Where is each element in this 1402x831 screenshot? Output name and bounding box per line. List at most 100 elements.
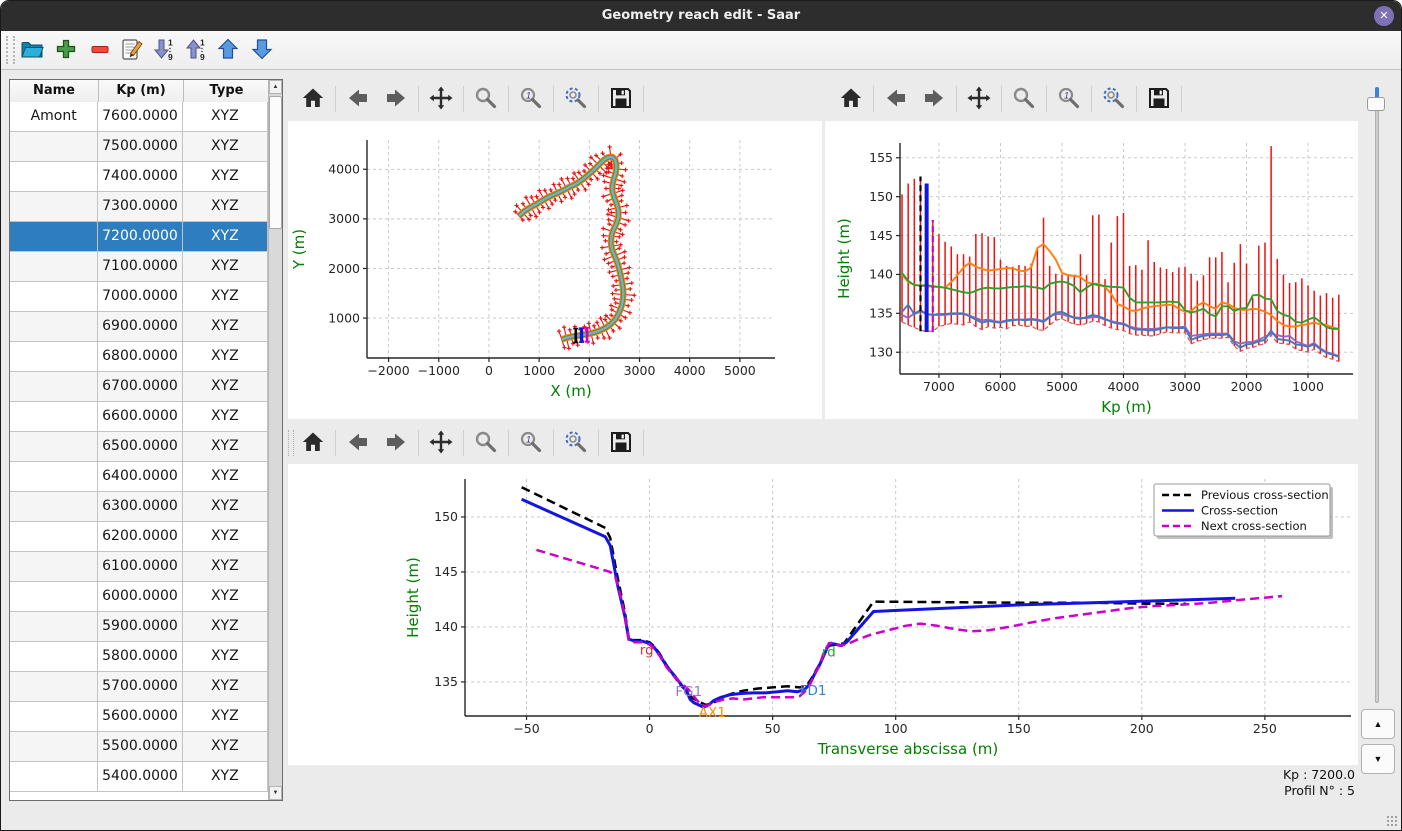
table-row[interactable]: 5800.0000XYZ [10,642,268,672]
table-cell[interactable]: 6600.0000 [98,402,182,431]
table-cell[interactable]: 6400.0000 [98,462,182,491]
table-cell[interactable]: 6200.0000 [98,522,182,551]
table-cell[interactable]: XYZ [183,702,268,731]
table-cell[interactable]: XYZ [183,252,268,281]
zoom-one-button[interactable]: 1 [1053,83,1085,115]
table-cell[interactable]: 7300.0000 [98,192,182,221]
table-row[interactable]: 7500.0000XYZ [10,132,268,162]
table-row[interactable]: 6700.0000XYZ [10,372,268,402]
table-cell[interactable] [10,372,98,401]
table-cell[interactable]: XYZ [183,192,268,221]
scroll-up-button[interactable]: ▲ [269,80,282,94]
table-cell[interactable]: 7200.0000 [98,222,182,251]
table-row[interactable]: 5500.0000XYZ [10,732,268,762]
profile-slider-handle[interactable] [1367,97,1385,111]
table-cell[interactable]: XYZ [183,132,268,161]
table-row[interactable]: 7200.0000XYZ [10,222,268,252]
save-button[interactable] [605,83,637,115]
table-cell[interactable]: XYZ [183,402,268,431]
remove-profile-button[interactable] [85,35,115,65]
move-up-button[interactable] [213,35,243,65]
zoom-one-button[interactable]: 1 [515,427,547,459]
table-row[interactable]: 7400.0000XYZ [10,162,268,192]
table-cell[interactable]: 6500.0000 [98,432,182,461]
toolbar-grip[interactable] [6,36,15,64]
table-row[interactable]: 6800.0000XYZ [10,342,268,372]
table-cell[interactable] [10,642,98,671]
long-profile-figure[interactable]: 7000600050004000300020001000130135140145… [825,121,1358,419]
table-cell[interactable] [10,192,98,221]
home-button[interactable] [835,83,867,115]
table-cell[interactable]: XYZ [183,372,268,401]
table-cell[interactable]: XYZ [183,552,268,581]
zoom-region-button[interactable] [560,83,592,115]
zoom-region-button[interactable] [1098,83,1130,115]
table-cell[interactable]: XYZ [183,222,268,251]
table-row[interactable]: 7300.0000XYZ [10,192,268,222]
table-cell[interactable] [10,732,98,761]
cross-section-figure[interactable]: −50050100150200250135140145150Transverse… [288,464,1358,765]
table-row[interactable]: 5600.0000XYZ [10,702,268,732]
table-cell[interactable]: XYZ [183,162,268,191]
table-cell[interactable] [10,612,98,641]
table-row[interactable]: 5700.0000XYZ [10,672,268,702]
table-cell[interactable]: 5900.0000 [98,612,182,641]
move-down-button[interactable] [247,35,277,65]
table-cell[interactable]: XYZ [183,732,268,761]
table-cell[interactable]: 6000.0000 [98,582,182,611]
pan-button[interactable] [963,83,995,115]
plan-view-figure[interactable]: −2000−1000010002000300040005000100020003… [288,121,822,419]
home-button[interactable] [297,83,329,115]
table-cell[interactable]: XYZ [183,522,268,551]
edit-profile-button[interactable] [117,35,147,65]
table-cell[interactable] [10,672,98,701]
table-cell[interactable] [10,342,98,371]
column-header[interactable]: Kp (m) [99,80,184,102]
table-cell[interactable]: 6900.0000 [98,312,182,341]
table-cell[interactable]: XYZ [183,582,268,611]
back-button[interactable] [342,427,374,459]
table-row[interactable]: 6200.0000XYZ [10,522,268,552]
scroll-down-button[interactable]: ▼ [269,786,282,800]
table-cell[interactable]: 6100.0000 [98,552,182,581]
table-row[interactable]: 6400.0000XYZ [10,462,268,492]
table-cell[interactable]: XYZ [183,462,268,491]
table-cell[interactable] [10,222,98,251]
profile-slider-track[interactable] [1375,87,1379,703]
table-cell[interactable]: 7400.0000 [98,162,182,191]
table-scrollbar[interactable]: ▲ ▼ [268,80,282,800]
save-button[interactable] [1143,83,1175,115]
table-cell[interactable] [10,492,98,521]
table-cell[interactable]: XYZ [183,432,268,461]
table-cell[interactable]: 7500.0000 [98,132,182,161]
table-cell[interactable] [10,402,98,431]
table-row[interactable]: 6900.0000XYZ [10,312,268,342]
table-cell[interactable]: 7600.0000 [98,102,182,131]
back-button[interactable] [342,83,374,115]
table-cell[interactable] [10,162,98,191]
table-row[interactable]: 6600.0000XYZ [10,402,268,432]
profile-up-button[interactable]: ▲ [1361,709,1395,739]
table-cell[interactable]: XYZ [183,762,268,791]
forward-button[interactable] [380,427,412,459]
profile-down-button[interactable]: ▼ [1361,744,1395,774]
table-cell[interactable]: XYZ [183,492,268,521]
table-row[interactable]: 6000.0000XYZ [10,582,268,612]
table-row[interactable]: 5400.0000XYZ [10,762,268,792]
close-button[interactable]: ✕ [1374,6,1394,26]
table-cell[interactable]: 6300.0000 [98,492,182,521]
open-folder-button[interactable] [17,35,47,65]
table-cell[interactable] [10,702,98,731]
toolbar-grip[interactable] [288,430,294,456]
add-profile-button[interactable] [51,35,81,65]
forward-button[interactable] [918,83,950,115]
table-cell[interactable] [10,252,98,281]
table-cell[interactable]: 6700.0000 [98,372,182,401]
table-cell[interactable]: XYZ [183,282,268,311]
table-cell[interactable]: 5700.0000 [98,672,182,701]
table-row[interactable]: 7000.0000XYZ [10,282,268,312]
table-cell[interactable]: 7100.0000 [98,252,182,281]
table-cell[interactable]: XYZ [183,642,268,671]
table-row[interactable]: 6300.0000XYZ [10,492,268,522]
table-row[interactable]: 5900.0000XYZ [10,612,268,642]
